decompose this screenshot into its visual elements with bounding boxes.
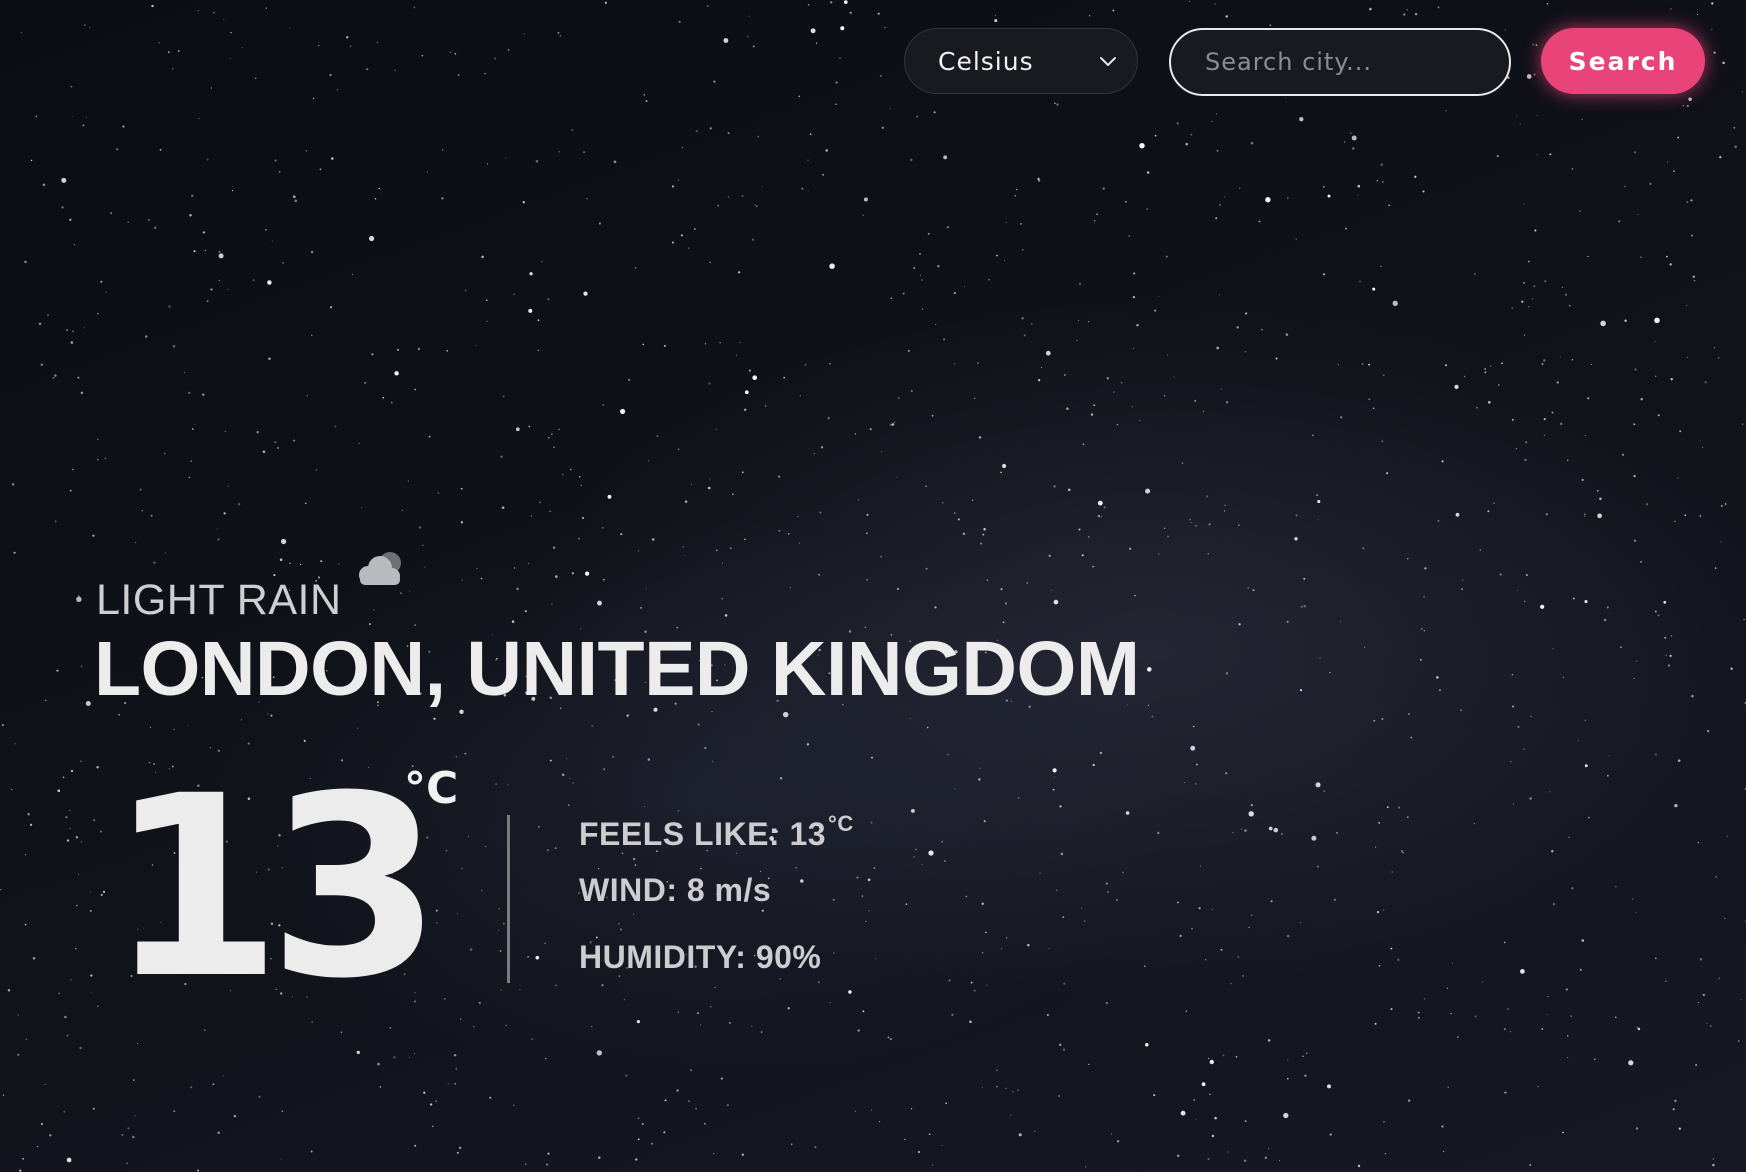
cloud-icon: [359, 552, 401, 585]
chevron-down-icon: [1100, 57, 1116, 66]
divider: [507, 815, 510, 983]
temperature-unit: °C: [404, 763, 459, 814]
feels-like-detail: FEELS LIKE: 13°C: [579, 804, 854, 854]
wind-value: 8 m/s: [686, 872, 772, 908]
feels-like-label: FEELS LIKE:: [579, 816, 781, 852]
current-temperature: 13: [108, 742, 442, 1033]
wind-label: WIND:: [579, 872, 678, 908]
unit-select[interactable]: Celsius: [904, 28, 1138, 94]
wind-detail: WIND: 8 m/s: [579, 870, 771, 910]
location-title: LONDON, UNITED KINGDOM: [94, 626, 1140, 712]
feels-like-value: 13: [789, 816, 827, 852]
humidity-value: 90%: [755, 939, 822, 975]
search-button[interactable]: Search: [1541, 28, 1705, 94]
feels-like-unit: °C: [828, 811, 854, 836]
humidity-detail: HUMIDITY: 90%: [579, 937, 821, 977]
humidity-label: HUMIDITY:: [579, 939, 747, 975]
weather-condition: LIGHT RAIN: [96, 576, 342, 624]
search-city-input[interactable]: [1169, 28, 1511, 96]
weather-app: Celsius Search LIGHT RAIN LONDON, UNITED…: [0, 0, 1746, 1172]
unit-select-value: Celsius: [938, 46, 1034, 76]
